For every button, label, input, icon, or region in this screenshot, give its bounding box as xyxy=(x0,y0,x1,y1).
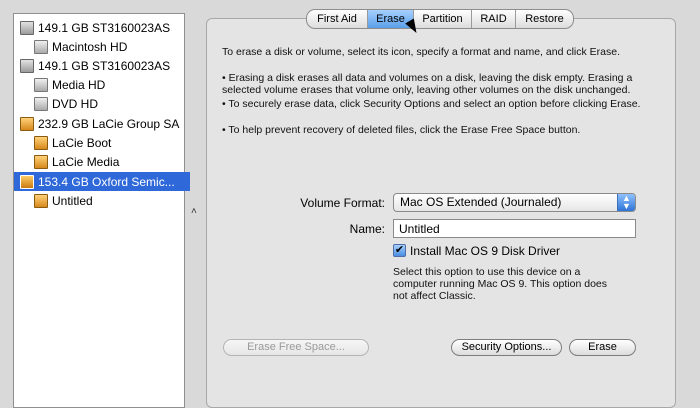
volume-item-label: Untitled xyxy=(52,193,93,208)
disk-item-oxford[interactable]: 153.4 GB Oxford Semic... xyxy=(14,172,190,191)
disk-item-label: 149.1 GB ST3160023AS xyxy=(38,20,171,35)
erase-free-space-button[interactable]: Erase Free Space... xyxy=(223,339,369,356)
select-arrows-icon: ▲ ▼ xyxy=(617,194,635,211)
volume-item-lacie-boot[interactable]: LaCie Boot xyxy=(14,133,204,152)
lacie-volume-icon xyxy=(34,135,48,150)
external-volume-icon xyxy=(34,193,48,208)
tab-bar: First Aid Erase Partition RAID Restore xyxy=(306,9,574,29)
volume-format-select[interactable]: Mac OS Extended (Journaled) ▲ ▼ xyxy=(393,193,636,212)
erase-button[interactable]: Erase xyxy=(569,339,636,356)
disk-item-st3160023as-1[interactable]: 149.1 GB ST3160023AS xyxy=(14,18,190,37)
volume-item-macintosh-hd[interactable]: Macintosh HD xyxy=(14,37,204,56)
erase-bullet-1: • Erasing a disk erases all data and vol… xyxy=(222,72,633,96)
tab-restore[interactable]: Restore xyxy=(516,10,573,28)
disk-item-label: 232.9 GB LaCie Group SA xyxy=(38,116,180,131)
volume-icon xyxy=(34,39,48,54)
volume-item-label: Media HD xyxy=(52,77,106,92)
volume-icon xyxy=(34,96,48,111)
volume-item-label: DVD HD xyxy=(52,96,99,111)
lacie-volume-icon xyxy=(34,154,48,169)
erase-bullet-3: • To help prevent recovery of deleted fi… xyxy=(222,124,581,136)
tab-first-aid[interactable]: First Aid xyxy=(307,10,368,28)
volume-item-untitled[interactable]: Untitled xyxy=(14,191,204,210)
disk-item-st3160023as-2[interactable]: 149.1 GB ST3160023AS xyxy=(14,56,190,75)
disk-item-label: 149.1 GB ST3160023AS xyxy=(38,58,171,73)
tab-raid[interactable]: RAID xyxy=(472,10,516,28)
checkmark-icon: ✔ xyxy=(394,244,405,256)
volume-icon xyxy=(34,77,48,92)
volume-item-label: LaCie Media xyxy=(52,154,120,169)
volume-format-label: Volume Format: xyxy=(300,196,385,210)
disk-item-lacie[interactable]: 232.9 GB LaCie Group SA xyxy=(14,114,190,133)
disk-list[interactable]: 149.1 GB ST3160023AS Macintosh HD 149.1 … xyxy=(13,13,190,408)
volume-item-media-hd[interactable]: Media HD xyxy=(14,75,204,94)
lacie-disk-icon xyxy=(20,116,34,131)
splitter-handle-icon[interactable]: ˄ xyxy=(191,206,197,217)
volume-item-dvd-hd[interactable]: DVD HD xyxy=(14,94,204,113)
name-label: Name: xyxy=(349,222,385,236)
security-options-button[interactable]: Security Options... xyxy=(451,339,562,356)
os9-help-text: Select this option to use this device on… xyxy=(393,266,608,302)
volume-item-label: Macintosh HD xyxy=(52,39,128,54)
os9-driver-label[interactable]: Install Mac OS 9 Disk Driver xyxy=(410,244,560,258)
disk-item-label: 153.4 GB Oxford Semic... xyxy=(38,174,175,189)
volume-item-label: LaCie Boot xyxy=(52,135,112,150)
volume-format-value: Mac OS Extended (Journaled) xyxy=(400,195,562,209)
volume-item-lacie-media[interactable]: LaCie Media xyxy=(14,152,204,171)
name-input[interactable] xyxy=(393,219,636,238)
hard-disk-icon xyxy=(20,58,34,73)
erase-bullet-2: • To securely erase data, click Security… xyxy=(222,98,641,110)
erase-intro-text: To erase a disk or volume, select its ic… xyxy=(222,46,621,58)
hard-disk-icon xyxy=(20,20,34,35)
tab-partition[interactable]: Partition xyxy=(414,10,472,28)
external-disk-icon xyxy=(20,174,34,189)
os9-driver-checkbox[interactable]: ✔ xyxy=(393,244,406,257)
